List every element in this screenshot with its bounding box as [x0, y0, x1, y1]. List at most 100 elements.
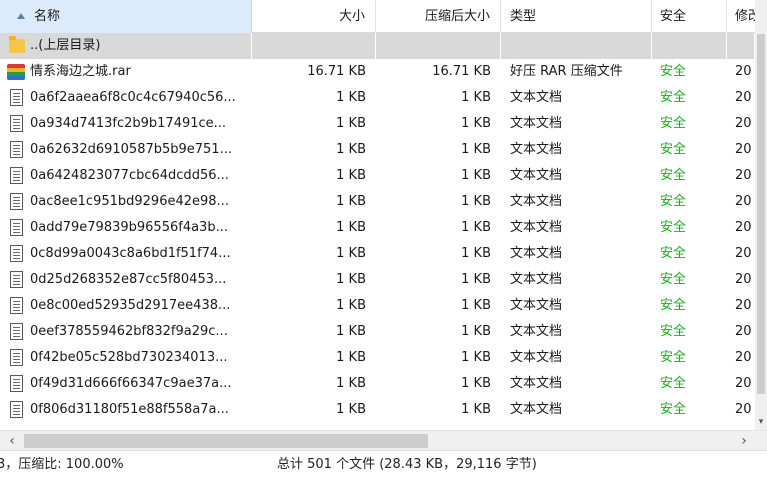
file-type: 文本文档 — [510, 298, 563, 313]
file-size: 1 KB — [336, 168, 366, 183]
horizontal-scroll-thumb[interactable] — [24, 434, 428, 448]
file-row[interactable]: 0a934d7413fc2b9b17491ce... 1 KB 1 KB 文本文档 安全… — [0, 111, 755, 137]
column-header-name[interactable]: 名称 — [0, 0, 252, 33]
file-row[interactable]: 0f49d31d666f66347c9ae37a... 1 KB 1 KB 文本文档 安… — [0, 371, 755, 397]
parent-compressed-cell — [377, 33, 501, 59]
column-header-type[interactable]: 类型 — [502, 0, 652, 33]
file-row[interactable]: 0add79e79839b96556f4a3b... 1 KB 1 KB 文本文档 安全… — [0, 215, 755, 241]
file-type: 文本文档 — [510, 324, 563, 339]
file-modified: 20 — [735, 194, 752, 209]
file-safety-status: 安全 — [660, 64, 687, 79]
file-row[interactable]: 0e8c00ed52935d2917ee438... 1 KB 1 KB 文本文档 安全… — [0, 293, 755, 319]
file-row[interactable]: 0ac8ee1c951bd9296e42e98... 1 KB 1 KB 文本文档 安全… — [0, 189, 755, 215]
folder-icon — [9, 36, 25, 53]
file-name-cell: 0ac8ee1c951bd9296e42e98... — [0, 189, 252, 215]
file-name: 0a62632d6910587b5b9e751... — [30, 142, 232, 157]
column-header-size[interactable]: 大小 — [253, 0, 376, 33]
file-size: 1 KB — [336, 116, 366, 131]
file-row[interactable]: 0a62632d6910587b5b9e751... 1 KB 1 KB 文本文档 安全… — [0, 137, 755, 163]
text-file-icon — [10, 141, 23, 158]
vertical-scroll-thumb[interactable] — [757, 34, 765, 394]
text-file-icon — [10, 219, 23, 236]
file-compressed-size: 1 KB — [461, 298, 491, 313]
file-name: 0add79e79839b96556f4a3b... — [30, 220, 228, 235]
scroll-right-arrow-icon[interactable]: › — [734, 431, 754, 451]
file-compressed-size: 1 KB — [461, 376, 491, 391]
file-type: 好压 RAR 压缩文件 — [510, 64, 623, 79]
file-list: 名称 大小 压缩后大小 类型 安全 修改 ..(上层目录) 情系海边之城.rar… — [0, 0, 755, 430]
scroll-left-arrow-icon[interactable]: ‹ — [2, 431, 22, 451]
file-safety-status: 安全 — [660, 90, 687, 105]
parent-directory-label: ..(上层目录) — [30, 38, 101, 53]
file-row[interactable]: 0f42be05c528bd730234013... 1 KB 1 KB 文本文档 安全… — [0, 345, 755, 371]
file-compressed-size: 1 KB — [461, 246, 491, 261]
file-type: 文本文档 — [510, 168, 563, 183]
file-type: 文本文档 — [510, 142, 563, 157]
status-bar: 3，压缩比: 100.00% 总计 501 个文件 (28.43 KB，29,1… — [0, 450, 767, 478]
scroll-down-arrow-icon[interactable]: ▾ — [755, 416, 767, 428]
file-modified: 20 — [735, 402, 752, 417]
file-safety-status: 安全 — [660, 142, 687, 157]
file-size: 1 KB — [336, 90, 366, 105]
file-row[interactable]: 0a6424823077cbc64dcdd56... 1 KB 1 KB 文本文档 安全… — [0, 163, 755, 189]
file-safety-status: 安全 — [660, 298, 687, 313]
file-name-cell: 0d25d268352e87cc5f80453... — [0, 267, 252, 293]
file-size: 1 KB — [336, 142, 366, 157]
file-type: 文本文档 — [510, 116, 563, 131]
column-header-modified[interactable]: 修改 — [728, 0, 755, 33]
file-safety-status: 安全 — [660, 246, 687, 261]
file-size: 1 KB — [336, 246, 366, 261]
file-row[interactable]: 0a6f2aaea6f8c0c4c67940c56... 1 KB 1 KB 文本文档… — [0, 85, 755, 111]
file-name: 0ac8ee1c951bd9296e42e98... — [30, 194, 229, 209]
column-header-safety[interactable]: 安全 — [653, 0, 727, 33]
file-type: 文本文档 — [510, 402, 563, 417]
column-header-compressed-size-label: 压缩后大小 — [424, 9, 490, 24]
archive-icon — [7, 64, 25, 80]
text-file-icon — [10, 245, 23, 262]
file-name-cell: 0f42be05c528bd730234013... — [0, 345, 252, 371]
horizontal-scrollbar[interactable]: ‹ › — [0, 430, 767, 450]
file-modified: 20 — [735, 376, 752, 391]
vertical-scrollbar[interactable]: ▾ — [755, 0, 767, 430]
file-compressed-size: 1 KB — [461, 116, 491, 131]
text-file-icon — [10, 375, 23, 392]
file-compressed-size: 1 KB — [461, 324, 491, 339]
file-size: 1 KB — [336, 298, 366, 313]
sort-ascending-icon — [17, 13, 25, 19]
file-modified: 20 — [735, 116, 752, 131]
parent-directory-row[interactable]: ..(上层目录) — [0, 33, 755, 59]
text-file-icon — [10, 193, 23, 210]
column-header-compressed-size[interactable]: 压缩后大小 — [377, 0, 501, 33]
text-file-icon — [10, 297, 23, 314]
text-file-icon — [10, 115, 23, 132]
file-type: 文本文档 — [510, 350, 563, 365]
file-row[interactable]: 情系海边之城.rar 16.71 KB 16.71 KB 好压 RAR 压缩文件 安全 2… — [0, 59, 755, 85]
file-name: 0c8d99a0043c8a6bd1f51f74... — [30, 246, 231, 261]
file-size: 1 KB — [336, 272, 366, 287]
file-row[interactable]: 0eef378559462bf832f9a29c... 1 KB 1 KB 文本文档 安… — [0, 319, 755, 345]
text-file-icon — [10, 167, 23, 184]
file-modified: 20 — [735, 64, 752, 79]
parent-type-cell — [502, 33, 652, 59]
file-safety-status: 安全 — [660, 402, 687, 417]
parent-directory-name-cell: ..(上层目录) — [0, 33, 252, 59]
file-row[interactable]: 0f806d31180f51e88f558a7a... 1 KB 1 KB 文本文档 安… — [0, 397, 755, 423]
file-type: 文本文档 — [510, 272, 563, 287]
parent-modified-cell — [728, 33, 755, 59]
parent-safety-cell — [653, 33, 727, 59]
file-modified: 20 — [735, 246, 752, 261]
file-compressed-size: 1 KB — [461, 194, 491, 209]
file-row[interactable]: 0c8d99a0043c8a6bd1f51f74... 1 KB 1 KB 文本文档 安… — [0, 241, 755, 267]
file-size: 1 KB — [336, 350, 366, 365]
file-compressed-size: 16.71 KB — [432, 64, 491, 79]
parent-size-cell — [253, 33, 376, 59]
file-safety-status: 安全 — [660, 220, 687, 235]
column-header-name-label: 名称 — [34, 9, 61, 24]
file-modified: 20 — [735, 142, 752, 157]
file-row[interactable]: 0d25d268352e87cc5f80453... 1 KB 1 KB 文本文档 安全… — [0, 267, 755, 293]
file-name-cell: 0e8c00ed52935d2917ee438... — [0, 293, 252, 319]
file-size: 1 KB — [336, 324, 366, 339]
file-size: 1 KB — [336, 376, 366, 391]
file-type: 文本文档 — [510, 90, 563, 105]
file-size: 1 KB — [336, 194, 366, 209]
